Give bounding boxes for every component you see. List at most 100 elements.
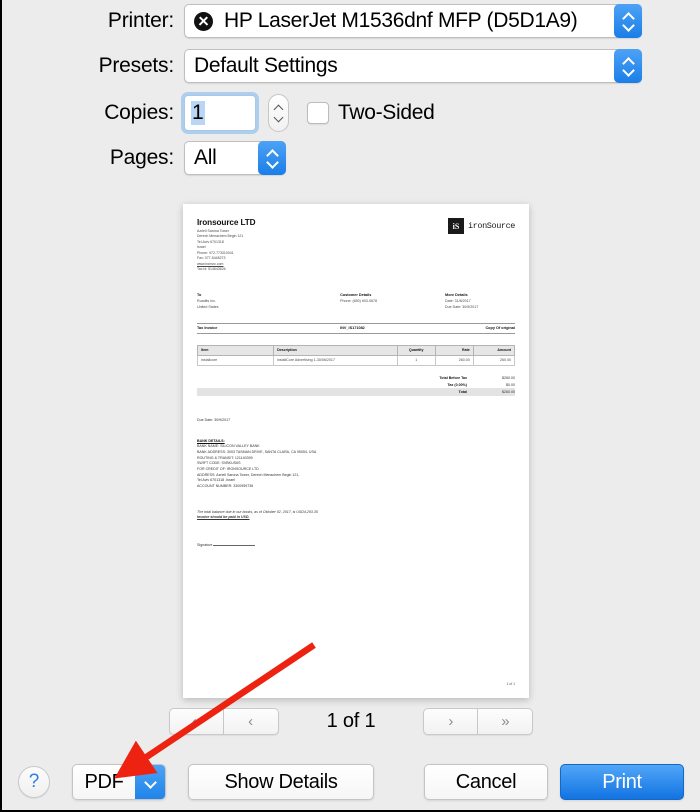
to-block: To Roadits Inc. United States	[197, 292, 340, 310]
pages-label: Pages:	[109, 146, 174, 169]
pages-select[interactable]: All	[184, 141, 286, 175]
column-header-quantity: Quantity	[396, 344, 436, 356]
signature-line	[213, 545, 256, 547]
presets-row: Presets: Default Settings	[2, 49, 700, 83]
company-tax-id: Tax id: 514643626	[197, 266, 226, 271]
printer-row: Printer: HP LaserJet M1536dnf MFP (D5D1A…	[2, 4, 700, 38]
copies-stepper[interactable]	[268, 94, 289, 132]
chevron-down-icon	[267, 159, 278, 166]
company-address: Azrieli Sarona Tower Derech Menachem Beg…	[197, 229, 256, 272]
total-label: Tax (0.00%)	[447, 382, 467, 387]
pager-prev-group: « ‹	[168, 708, 279, 735]
invoice-copy-note: Copy Of original	[485, 326, 515, 331]
total-value: $260.00	[502, 375, 515, 380]
print-options-form: Printer: HP LaserJet M1536dnf MFP (D5D1A…	[2, 0, 700, 175]
print-preview-page: Ironsource LTD Azrieli Sarona Tower Dere…	[183, 204, 529, 698]
chevron-up-icon	[274, 105, 284, 111]
last-page-button[interactable]: »	[478, 708, 534, 735]
copies-row: Copies: 1 Two-Sided	[2, 94, 700, 132]
customer-details-block: Customer Details Phone: (650) 603-0878	[340, 292, 445, 310]
printer-stepper-icon[interactable]	[614, 4, 642, 38]
first-page-button[interactable]: «	[168, 708, 224, 735]
cell-rate: 260.00	[434, 354, 474, 367]
copies-input[interactable]: 1	[184, 95, 256, 131]
logo-wordmark: ironSource	[467, 221, 515, 231]
printer-select[interactable]: HP LaserJet M1536dnf MFP (D5D1A9)	[184, 4, 642, 38]
copies-label: Copies:	[104, 101, 174, 124]
document-page-footer: 1 of 1	[506, 682, 515, 686]
balance-note: The total balance due in our books, as o…	[197, 510, 515, 522]
presets-value: Default Settings	[194, 54, 338, 77]
invoice-type: Tax Invoice	[197, 326, 218, 331]
total-value: $260.00	[502, 389, 515, 394]
dialog-footer: ? PDF Show Details Cancel Print	[2, 754, 700, 810]
customer-details-title: Customer Details	[340, 293, 372, 298]
to-line: United States	[197, 304, 219, 309]
bank-details: BANK DETAILS: BANK NAME: SILICON VALLEY …	[197, 439, 515, 490]
bank-line: ACCOUNT NUMBER: 3300959736	[197, 483, 254, 488]
column-header-rate: Rate	[434, 344, 474, 356]
presets-label: Presets:	[98, 54, 175, 77]
printer-label: Printer:	[107, 9, 174, 32]
two-sided-checkbox[interactable]	[307, 102, 329, 124]
column-header-description: Description	[273, 344, 398, 356]
line-items-table: Item Description Quantity Rate Amount in…	[196, 344, 516, 367]
signature-label: Signature	[197, 543, 213, 548]
total-row-grand: Total $260.00	[197, 388, 515, 396]
print-button[interactable]: Print	[560, 764, 684, 800]
to-title: To	[197, 293, 202, 298]
more-details-block: More Details Date: 31/8/2017 Due Date: 3…	[445, 292, 515, 310]
pages-value: All	[194, 146, 217, 169]
presets-stepper-icon[interactable]	[614, 49, 642, 83]
cell-amount: 260.00	[472, 354, 516, 367]
total-row: Tax (0.00%) $0.00	[197, 381, 515, 388]
pdf-button[interactable]: PDF	[72, 764, 166, 800]
company-name: Ironsource LTD	[197, 218, 256, 227]
two-sided-label: Two-Sided	[338, 101, 435, 124]
chevron-down-glyph	[145, 779, 156, 786]
cell-item: installcore	[196, 354, 275, 367]
help-button[interactable]: ?	[18, 766, 50, 798]
cancel-button[interactable]: Cancel	[424, 764, 548, 800]
previous-page-button[interactable]: ‹	[223, 708, 279, 735]
printer-value: HP LaserJet M1536dnf MFP (D5D1A9)	[224, 9, 578, 32]
presets-select[interactable]: Default Settings	[184, 49, 642, 83]
total-label: Total	[458, 389, 467, 394]
chevron-down-icon	[623, 67, 634, 74]
show-details-button[interactable]: Show Details	[188, 764, 374, 800]
pdf-button-label: PDF	[84, 770, 124, 793]
more-details-line: Due Date: 30/9/2017	[445, 304, 479, 309]
page-indicator: 1 of 1	[326, 710, 376, 732]
logo-mark: iS	[447, 218, 464, 234]
preview-pager: « ‹ 1 of 1 › »	[2, 708, 700, 735]
column-header-amount: Amount	[472, 344, 516, 356]
table-header-row: Item Description Quantity Rate Amount	[196, 344, 516, 356]
next-page-button[interactable]: ›	[423, 708, 479, 735]
invoice-title-bar: Tax Invoice INV_IS171082 Copy Of origina…	[197, 322, 515, 334]
invoice-parties: To Roadits Inc. United States Customer D…	[197, 292, 515, 310]
invoice-header: Ironsource LTD Azrieli Sarona Tower Dere…	[197, 218, 515, 272]
pages-row: Pages: All	[2, 141, 700, 175]
total-label: Total Before Tax	[439, 375, 467, 380]
table-row: installcore installCore Advertising 1-30…	[196, 354, 516, 367]
chevron-down-icon	[623, 22, 634, 29]
totals-block: Total Before Tax $260.00 Tax (0.00%) $0.…	[197, 374, 515, 396]
more-details-title: More Details	[445, 293, 468, 298]
total-row: Total Before Tax $260.00	[197, 374, 515, 381]
due-date: Due Date: 30/9/2017	[197, 417, 231, 422]
cell-description: installCore Advertising 1-30/06/2017	[273, 354, 398, 367]
invoice-document: Ironsource LTD Azrieli Sarona Tower Dere…	[183, 204, 529, 698]
column-header-item: Item	[196, 344, 275, 356]
pager-next-group: › »	[423, 708, 534, 735]
error-x-icon	[194, 11, 213, 31]
copies-value: 1	[191, 101, 205, 125]
pages-stepper-icon[interactable]	[258, 141, 286, 175]
cell-quantity: 1	[396, 354, 436, 367]
ironsource-logo: iS ironSource	[447, 218, 515, 234]
total-value: $0.00	[506, 382, 515, 387]
chevron-down-icon[interactable]	[135, 765, 165, 799]
signature-field: Signature	[197, 543, 515, 547]
invoice-number: INV_IS171082	[340, 326, 365, 331]
customer-details-line: Phone: (650) 603-0878	[340, 299, 378, 304]
chevron-down-icon	[274, 115, 284, 121]
